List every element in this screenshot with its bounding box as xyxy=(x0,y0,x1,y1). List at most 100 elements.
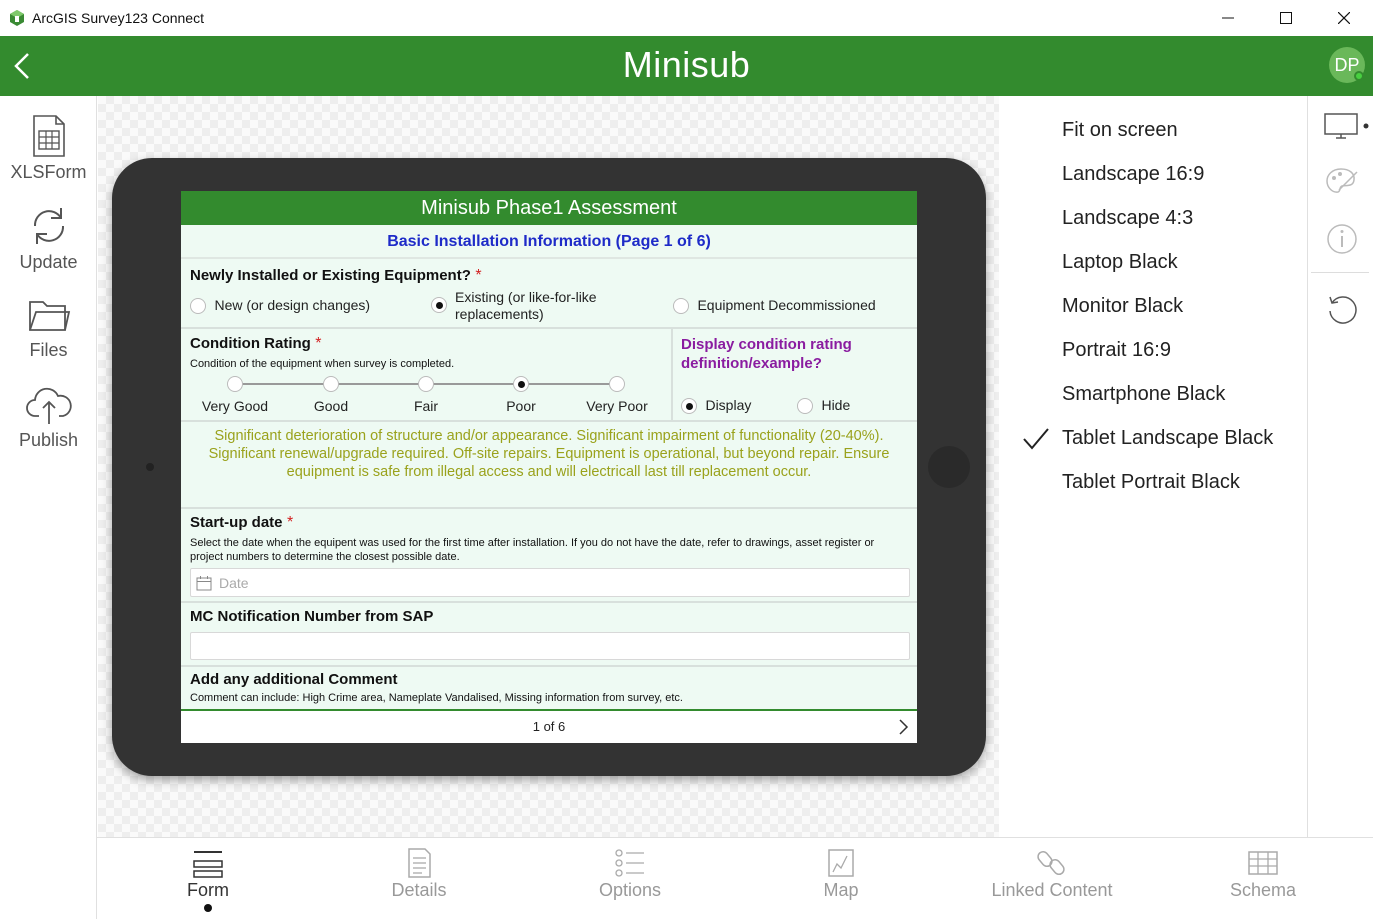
divider xyxy=(181,507,917,509)
likert-label: Very Good xyxy=(201,398,269,414)
user-avatar[interactable]: DP xyxy=(1329,47,1365,83)
tab-form[interactable]: Form xyxy=(102,848,314,912)
date-input[interactable]: Date xyxy=(190,568,910,597)
info-button[interactable] xyxy=(1326,223,1358,260)
online-status-dot xyxy=(1354,71,1364,81)
tab-map[interactable]: Map xyxy=(735,848,947,901)
radio-button-selected[interactable] xyxy=(681,397,697,414)
preview-option-tablet-landscape-black[interactable]: Tablet Landscape Black xyxy=(1062,427,1273,450)
sidebar-item-publish[interactable]: Publish xyxy=(0,386,97,451)
next-page-button[interactable] xyxy=(897,719,909,735)
group-title: Basic Installation Information (Page 1 o… xyxy=(181,225,917,259)
bottom-tab-bar: Form Details Options Map Linked Content … xyxy=(97,837,1373,919)
preview-option-landscape-16-9[interactable]: Landscape 16:9 xyxy=(1062,163,1204,186)
close-button[interactable] xyxy=(1315,0,1373,36)
likert-point[interactable] xyxy=(323,376,339,392)
sidebar-item-label: Publish xyxy=(18,430,79,450)
maximize-button[interactable] xyxy=(1257,0,1315,36)
tab-label: Options xyxy=(598,880,662,900)
radio-button-selected[interactable] xyxy=(431,297,447,313)
radio-label: Existing (or like-for-like replacements) xyxy=(455,289,597,322)
radio-label: Display xyxy=(705,397,752,413)
radio-option-hide[interactable]: Hide xyxy=(797,397,850,415)
divider xyxy=(181,327,917,329)
maximize-icon xyxy=(1280,12,1292,24)
preview-option-fit-on-screen[interactable]: Fit on screen xyxy=(1062,119,1178,142)
tab-label: Linked Content xyxy=(991,880,1113,900)
reload-icon xyxy=(1329,296,1357,324)
radio-option-decommissioned[interactable]: Equipment Decommissioned xyxy=(673,297,876,315)
schema-icon xyxy=(1248,851,1278,875)
minimize-button[interactable] xyxy=(1199,0,1257,36)
radio-label: Equipment Decommissioned xyxy=(697,297,876,313)
info-icon xyxy=(1327,224,1357,254)
preview-option-monitor-black[interactable]: Monitor Black xyxy=(1062,295,1183,318)
question-label: Start-up date xyxy=(190,514,283,531)
radio-option-new[interactable]: New (or design changes) xyxy=(190,297,370,315)
likert-label: Poor xyxy=(506,398,536,414)
date-placeholder: Date xyxy=(219,575,249,591)
preview-device-button[interactable] xyxy=(1324,112,1372,145)
tab-label: Map xyxy=(823,880,859,900)
tab-details[interactable]: Details xyxy=(313,848,525,901)
sidebar-item-xlsform[interactable]: XLSForm xyxy=(0,114,97,183)
question-label: Condition Rating xyxy=(190,335,311,352)
radio-button[interactable] xyxy=(190,297,206,314)
preview-option-smartphone-black[interactable]: Smartphone Black xyxy=(1062,383,1225,406)
close-icon xyxy=(1338,12,1350,24)
form-icon xyxy=(193,851,223,878)
likert-point[interactable] xyxy=(418,376,434,392)
likert-point[interactable] xyxy=(227,376,243,392)
divider xyxy=(181,420,917,422)
mc-notification-input[interactable] xyxy=(190,632,910,660)
link-icon xyxy=(1037,850,1065,876)
right-icon-bar xyxy=(1307,96,1373,837)
preview-option-laptop-black[interactable]: Laptop Black xyxy=(1062,251,1178,274)
tab-linked-content[interactable]: Linked Content xyxy=(946,848,1158,901)
window-title: ArcGIS Survey123 Connect xyxy=(32,10,204,26)
preview-size-menu: Fit on screen Landscape 16:9 Landscape 4… xyxy=(1000,96,1307,837)
checkmark-icon xyxy=(1023,428,1049,450)
question-label: Newly Installed or Existing Equipment? xyxy=(190,267,471,284)
form-preview: Minisub Phase1 Assessment Basic Installa… xyxy=(181,191,917,743)
sidebar-item-files[interactable]: Files xyxy=(0,296,97,361)
app-logo-icon xyxy=(10,10,24,26)
radio-button[interactable] xyxy=(797,397,813,414)
form-pager: 1 of 6 xyxy=(181,709,917,743)
details-icon xyxy=(408,848,431,878)
divider xyxy=(181,665,917,667)
sidebar-item-update[interactable]: Update xyxy=(0,204,97,273)
tab-options[interactable]: Options xyxy=(524,848,736,901)
calendar-icon xyxy=(196,576,212,591)
question-hint: Comment can include: High Crime area, Na… xyxy=(190,692,683,704)
likert-label: Fair xyxy=(413,398,439,414)
reload-button[interactable] xyxy=(1326,293,1358,330)
likert-point-selected[interactable] xyxy=(513,376,529,392)
divider xyxy=(181,601,917,603)
palette-icon xyxy=(1326,168,1358,193)
radio-label: New (or design changes) xyxy=(214,297,371,313)
tab-label: Details xyxy=(391,880,447,900)
monitor-icon xyxy=(1324,113,1369,139)
divider xyxy=(671,329,673,421)
preview-option-portrait-16-9[interactable]: Portrait 16:9 xyxy=(1062,339,1171,362)
radio-button[interactable] xyxy=(673,297,689,314)
likert-label: Very Poor xyxy=(586,398,648,414)
likert-point[interactable] xyxy=(609,376,625,392)
cloud-upload-icon xyxy=(25,387,72,424)
map-icon xyxy=(828,849,854,877)
radio-option-existing[interactable]: Existing (or like-for-like replacements) xyxy=(431,289,631,323)
app-header: Minisub DP xyxy=(0,36,1373,96)
survey-title: Minisub xyxy=(622,44,751,85)
preview-option-landscape-4-3[interactable]: Landscape 4:3 xyxy=(1062,207,1193,230)
style-button[interactable] xyxy=(1325,166,1359,201)
minimize-icon xyxy=(1222,17,1234,19)
sidebar-item-label: Files xyxy=(29,340,68,360)
radio-option-display[interactable]: Display xyxy=(681,397,751,415)
required-marker: * xyxy=(286,514,294,531)
sidebar-item-label: XLSForm xyxy=(10,162,87,182)
preview-option-tablet-portrait-black[interactable]: Tablet Portrait Black xyxy=(1062,471,1240,494)
question-additional-comment: Add any additional Comment Comment can i… xyxy=(190,671,910,705)
tab-schema[interactable]: Schema xyxy=(1157,848,1369,901)
folder-icon xyxy=(28,301,70,331)
